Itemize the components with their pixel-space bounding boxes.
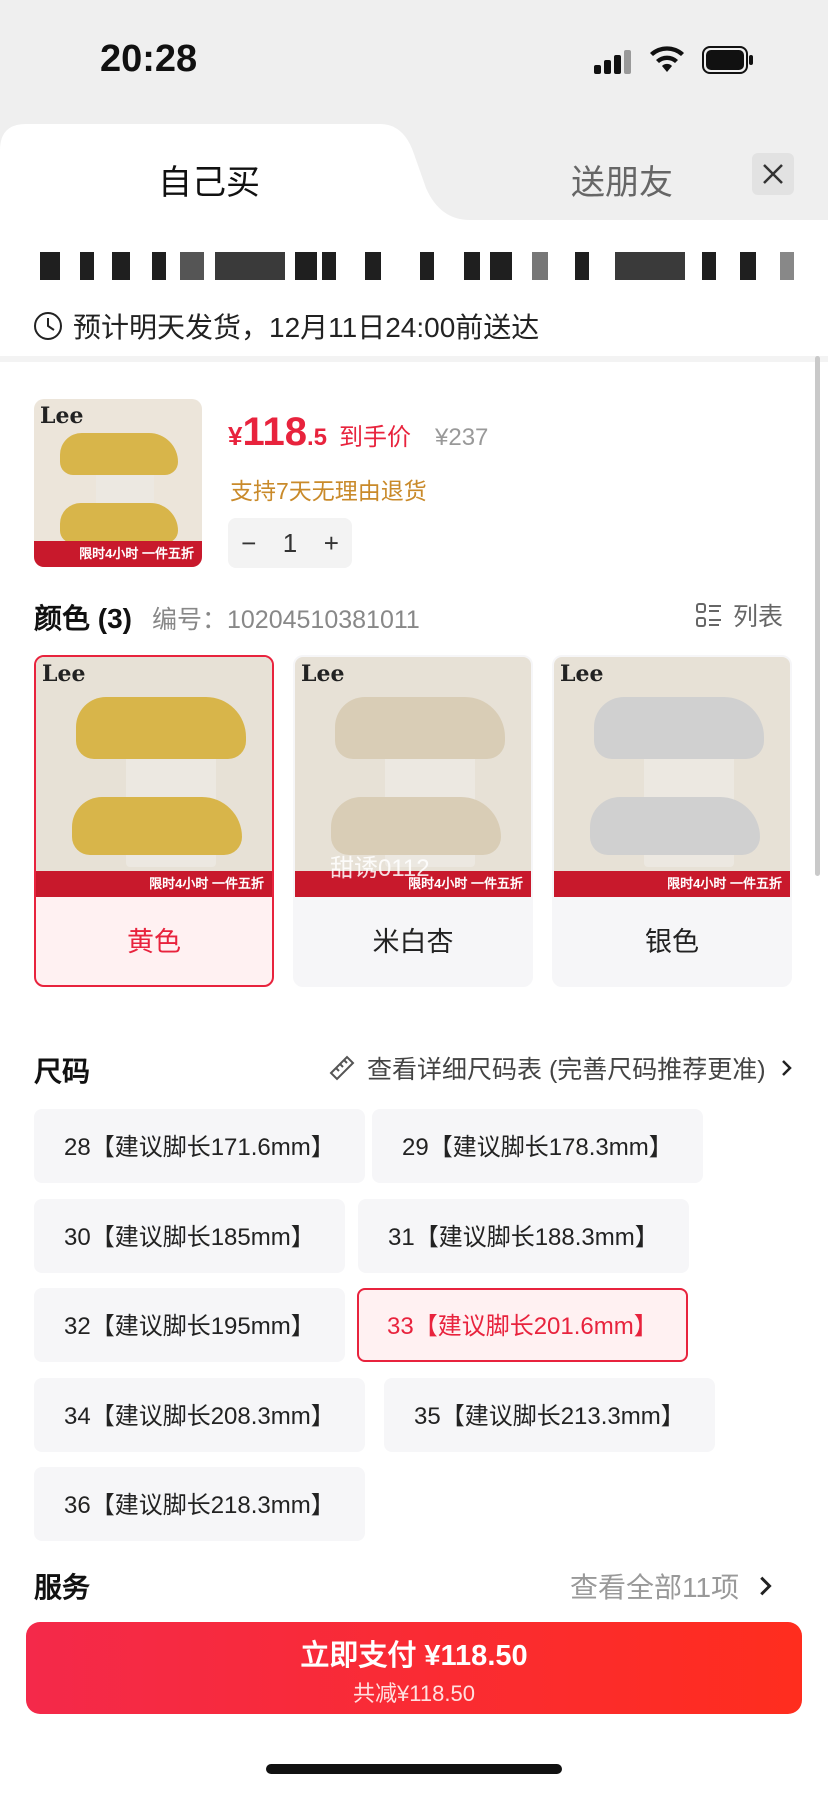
size-option[interactable]: 31【建议脚长188.3mm】 [358,1199,689,1273]
size-option[interactable]: 33【建议脚长201.6mm】 [357,1288,688,1362]
battery-icon [702,46,753,74]
decrement-button[interactable]: − [234,528,264,559]
close-icon [763,164,783,184]
promo-band: 限时4小时 一件五折 [36,871,272,897]
pay-now-label: 立即支付 ¥118.50 [300,1640,528,1672]
ruler-icon [329,1055,355,1081]
price-currency: ¥ [228,421,243,451]
promo-band: 限时4小时 一件五折 [554,871,790,897]
status-time: 20:28 [100,38,198,80]
image-watermark: 甜诱0112 [330,855,430,882]
color-option-image: 限时4小时 一件五折 Lee [36,657,272,897]
tab-self-buy[interactable]: 自己买 [158,155,260,204]
brand-logo: Lee [301,661,345,687]
chevron-right-icon [781,1060,792,1076]
blurred-address [40,252,800,282]
promo-band: 限时4小时 一件五折 [34,541,202,567]
shipping-estimate: 预计明天发货，12月11日24:00前送达 [33,306,539,346]
shipping-text: 预计明天发货，12月11日24:00前送达 [73,312,540,343]
size-option[interactable]: 32【建议脚长195mm】 [34,1288,345,1362]
color-option-image: 限时4小时 一件五折 Lee [554,657,790,897]
list-view-toggle[interactable]: 列表 [695,597,783,633]
view-all-services-label: 查看全部11项 [570,1572,740,1603]
return-policy: 支持7天无理由退货 [230,478,427,504]
quantity-stepper: − 1 + [228,518,352,568]
pay-now-button[interactable]: 立即支付 ¥118.50 共减¥118.50 [26,1622,802,1714]
cellular-signal-icon [594,50,634,74]
size-option[interactable]: 28【建议脚长171.6mm】 [34,1109,365,1183]
price-integer: 118 [242,410,307,454]
view-all-services[interactable]: 查看全部11项 [570,1566,779,1606]
list-view-label: 列表 [733,603,784,631]
size-option[interactable]: 30【建议脚长185mm】 [34,1199,345,1273]
list-icon [696,603,721,627]
color-option[interactable]: 限时4小时 一件五折 Lee 黄色 [34,655,274,987]
increment-button[interactable]: + [316,528,346,559]
original-price: ¥237 [435,424,489,451]
section-divider [0,356,828,362]
sku-number: 编号：10204510381011 [152,606,420,634]
color-option[interactable]: 限时4小时 一件五折 Lee 银色 [552,655,792,987]
brand-logo: Lee [560,661,604,687]
color-option-label: 黄色 [127,927,181,957]
service-section-title: 服务 [34,1572,91,1603]
quantity-value: 1 [282,527,298,558]
color-section-title: 颜色 (3) [34,603,133,634]
size-option[interactable]: 35【建议脚长213.3mm】 [384,1378,715,1452]
close-button[interactable] [752,153,794,195]
size-chart-label: 查看详细尺码表 (完善尺码推荐更准) [367,1056,766,1084]
size-option[interactable]: 29【建议脚长178.3mm】 [372,1109,703,1183]
tab-gift-friend[interactable]: 送朋友 [571,155,673,204]
size-section-title: 尺码 [34,1056,91,1087]
clock-icon [34,312,62,340]
product-thumbnail[interactable]: Lee 限时4小时 一件五折 [34,399,202,567]
brand-logo: Lee [40,403,84,429]
color-option-label: 米白杏 [372,927,454,957]
wifi-icon [650,46,684,72]
brand-logo: Lee [42,661,86,687]
price-row: ¥ 118 .5 到手价 ¥237 [228,410,488,455]
price-decimal: .5 [307,424,328,451]
size-option[interactable]: 34【建议脚长208.3mm】 [34,1378,365,1452]
size-option[interactable]: 36【建议脚长218.3mm】 [34,1467,365,1541]
chevron-right-icon [760,1576,772,1596]
tab-active-shape [0,124,828,244]
discount-label: 共减¥118.50 [353,1681,475,1706]
size-chart-link[interactable]: 查看详细尺码表 (完善尺码推荐更准) [327,1050,798,1086]
scrollbar[interactable] [815,356,820,876]
home-indicator[interactable] [266,1764,562,1774]
color-option-label: 银色 [645,927,699,957]
price-label: 到手价 [339,424,412,451]
color-option[interactable]: 限时4小时 一件五折 Lee 米白杏 [293,655,533,987]
